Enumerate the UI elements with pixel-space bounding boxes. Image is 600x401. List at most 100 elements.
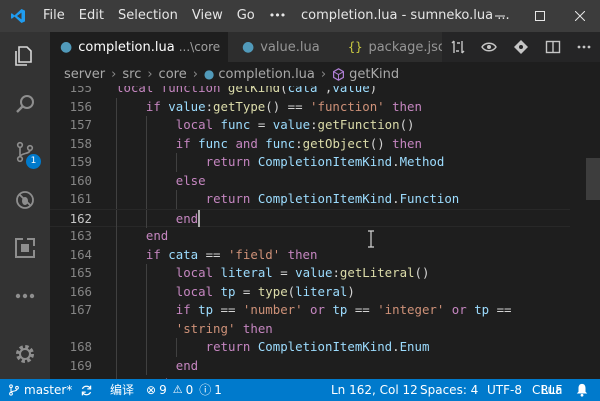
code-line[interactable]: 158 if func and func:getObject() then	[50, 134, 570, 153]
code-line[interactable]: 160 else	[50, 171, 570, 191]
breadcrumb-file-label: completion.lua	[218, 66, 315, 82]
code-text: local function getKind(cata ,value)	[116, 86, 377, 98]
code-line[interactable]: 155 local function getKind(cata ,value)	[50, 86, 570, 98]
line-number: 160	[69, 172, 92, 188]
indent-guide	[116, 264, 117, 283]
git-branch-icon	[9, 384, 19, 396]
error-icon: ⊗	[146, 383, 157, 397]
breadcrumb-server[interactable]: server	[64, 67, 105, 82]
tab-package-json[interactable]: {} package.json	[334, 32, 442, 62]
chevron-right-icon: ›	[147, 66, 153, 82]
indentation[interactable]: Spaces: 4	[420, 379, 478, 401]
lua-file-icon: ●	[60, 39, 73, 55]
scrollbar-thumb[interactable]	[586, 158, 600, 200]
git-compare-button[interactable]	[505, 32, 537, 62]
menu-selection[interactable]: Selection	[111, 0, 185, 32]
code-token: return	[205, 191, 258, 206]
code-text: else	[176, 172, 206, 191]
code-text: local tp = type(literal)	[176, 283, 355, 302]
code-token: CompletionItemKind	[257, 191, 393, 206]
source-control-button[interactable]: 1	[0, 128, 50, 176]
tab-completion-lua[interactable]: ● completion.lua ...\core ✕	[50, 32, 228, 62]
code-line[interactable]: 156 if value:getType() == 'function' then	[50, 97, 570, 117]
language-mode-label[interactable]: Lua	[541, 379, 562, 401]
notifications-button[interactable]	[575, 379, 589, 401]
problems-indicator[interactable]: ⊗ 9 ⚠ 0 ⓘ 1	[146, 379, 222, 401]
breadcrumb-symbol[interactable]: getKind	[332, 67, 399, 82]
breadcrumb-src[interactable]: src	[122, 67, 141, 82]
search-button[interactable]	[0, 80, 50, 128]
ellipsis-icon	[15, 293, 35, 299]
warning-icon: ⚠	[172, 383, 183, 396]
code-editor[interactable]: 170end169end168return CompletionItemKind…	[50, 86, 600, 379]
minimize-button[interactable]	[480, 0, 520, 32]
code-text: end	[176, 357, 198, 376]
menu-bar: File Edit Selection View Go •••	[36, 0, 292, 32]
debug-button[interactable]	[0, 176, 50, 224]
git-commit-icon	[513, 40, 528, 54]
code-line[interactable]: 167 if tp == 'number' or tp == 'integer' …	[50, 301, 570, 320]
code-token: getObject	[302, 135, 370, 151]
indent-guide	[116, 209, 117, 228]
code-line[interactable]: 168 return CompletionItemKind.Enum	[50, 338, 570, 357]
code-token: )	[369, 86, 378, 95]
code-line[interactable]: 166 local tp = type(literal)	[50, 282, 570, 302]
code-line[interactable]: 157 local func = value:getFunction()	[50, 116, 570, 135]
settings-button[interactable]	[0, 330, 50, 378]
files-icon	[15, 46, 32, 66]
line-number: 158	[69, 135, 92, 151]
explorer-button[interactable]	[0, 32, 50, 80]
more-actions-button[interactable]	[568, 32, 600, 62]
line-number: 166	[69, 283, 92, 299]
menu-file[interactable]: File	[36, 0, 72, 32]
code-line[interactable]: 163 end	[50, 227, 570, 246]
cursor-position[interactable]: Ln 162, Col 12	[331, 379, 418, 401]
preview-button[interactable]	[474, 32, 506, 62]
branch-name: master*	[24, 383, 73, 397]
code-line[interactable]: 'string' then	[50, 319, 570, 338]
more-views-button[interactable]	[0, 272, 50, 320]
code-token: if	[175, 135, 199, 151]
code-line[interactable]: 161 return CompletionItemKind.Function	[50, 190, 570, 209]
code-line[interactable]: 162 end	[50, 208, 570, 228]
maximize-button[interactable]	[520, 0, 560, 32]
indent-guide	[116, 190, 117, 209]
code-line[interactable]: 169 end	[50, 356, 570, 376]
code-text: if value:getType() == 'function' then	[146, 98, 422, 117]
code-line[interactable]: 164 if cata == 'field' then	[50, 245, 570, 264]
indent-guide	[116, 227, 117, 246]
code-token: value	[272, 117, 311, 132]
menu-go[interactable]: Go	[230, 0, 262, 32]
code-token: type	[257, 283, 288, 299]
menu-edit[interactable]: Edit	[72, 0, 111, 32]
breadcrumb-file[interactable]: ● completion.lua	[204, 67, 315, 82]
editor-scrollbar[interactable]	[586, 86, 600, 379]
close-window-button[interactable]	[560, 0, 600, 32]
branch-indicator[interactable]: master*	[8, 379, 72, 401]
indent-guide	[116, 153, 117, 172]
code-line[interactable]: 159 return CompletionItemKind.Method	[50, 153, 570, 172]
menu-more[interactable]: •••	[262, 0, 292, 32]
tab-label: package.json	[368, 39, 442, 55]
compile-task[interactable]: 编译	[110, 379, 134, 401]
code-text: return CompletionItemKind.Method	[206, 153, 445, 172]
code-token: return	[205, 339, 258, 354]
split-editor-button[interactable]	[537, 32, 569, 62]
indent-guide	[116, 97, 117, 116]
breadcrumb-core[interactable]: core	[159, 67, 187, 82]
tab-description: ...\core	[178, 40, 221, 54]
tab-label: value.lua	[260, 39, 320, 55]
code-line[interactable]: 165 local literal = value:getLiteral()	[50, 264, 570, 283]
encoding[interactable]: UTF-8	[487, 379, 522, 401]
indent-guide	[116, 116, 117, 135]
open-changes-button[interactable]	[442, 32, 474, 62]
extensions-button[interactable]	[0, 224, 50, 272]
tab-value-lua[interactable]: ● value.lua	[228, 32, 334, 62]
indent-guide	[145, 338, 147, 357]
code-token: end	[175, 210, 199, 226]
code-token: 'function'	[310, 98, 385, 114]
menu-view[interactable]: View	[185, 0, 230, 32]
indent-guide	[116, 282, 117, 301]
lua-file-icon: ●	[203, 67, 215, 81]
sync-button[interactable]	[80, 379, 93, 401]
